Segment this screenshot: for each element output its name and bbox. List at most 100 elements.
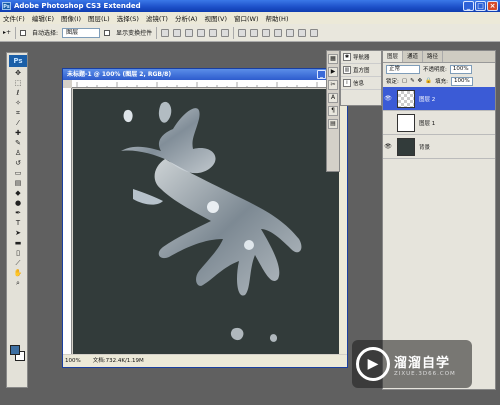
lock-all-icon[interactable]: 🔒: [425, 78, 432, 84]
info-item[interactable]: i 信息: [341, 77, 381, 90]
window-controls: _ □ ×: [463, 1, 498, 11]
watermark-text: 溜溜自学 ZIXUE.3D66.COM: [394, 352, 456, 377]
lock-pixels-icon[interactable]: ✎: [410, 78, 415, 84]
eyedropper-icon[interactable]: ⟋: [9, 259, 27, 268]
pen-tool-icon[interactable]: ✒: [9, 209, 27, 218]
visibility-eye-icon[interactable]: 👁: [383, 95, 393, 102]
tab-channels[interactable]: 通道: [403, 51, 424, 62]
layer-row[interactable]: 图层 1: [383, 111, 495, 135]
menu-edit[interactable]: 编辑(E): [32, 13, 54, 23]
minimize-button[interactable]: _: [463, 1, 474, 11]
doc-minimize-button[interactable]: _: [317, 70, 326, 79]
menu-file[interactable]: 文件(F): [3, 13, 25, 23]
horizontal-ruler: [72, 80, 341, 88]
actions-panel-icon[interactable]: ▶: [328, 67, 338, 77]
distribute-hcenter-icon[interactable]: [286, 28, 295, 37]
transform-controls-label: 显示变换控件: [116, 30, 153, 37]
distribute-bottom-icon[interactable]: [262, 28, 271, 37]
align-left-icon[interactable]: [197, 28, 206, 37]
crop-tool-icon[interactable]: ⌗: [9, 109, 27, 118]
gradient-tool-icon[interactable]: ▤: [9, 179, 27, 188]
tools-preset-icon[interactable]: ✂: [328, 80, 338, 90]
zoom-level[interactable]: 100%: [65, 355, 81, 367]
auto-align-icon[interactable]: [310, 28, 319, 37]
healing-brush-icon[interactable]: ✚: [9, 129, 27, 138]
close-button[interactable]: ×: [487, 1, 498, 11]
menu-help[interactable]: 帮助(H): [266, 13, 289, 23]
visibility-eye-icon[interactable]: 👁: [383, 143, 393, 150]
document-size-info: 文档:732.4K/1.19M: [92, 358, 144, 364]
lasso-tool-icon[interactable]: ℓ: [9, 89, 27, 98]
panel-dock-strip: ▦ ▶ ✂ A ¶ ▤: [326, 50, 340, 172]
menu-view[interactable]: 视图(V): [204, 13, 227, 23]
align-top-icon[interactable]: [161, 28, 170, 37]
type-tool-icon[interactable]: T: [9, 219, 27, 228]
layers-panel-tabs: 图层 通道 路径: [383, 51, 495, 63]
menu-image[interactable]: 图像(I): [61, 13, 81, 23]
divider: [15, 26, 17, 39]
slice-tool-icon[interactable]: ⁄: [9, 119, 27, 128]
dodge-tool-icon[interactable]: ●: [9, 199, 27, 208]
blur-tool-icon[interactable]: ◆: [9, 189, 27, 198]
document-statusbar: 100% 文档:732.4K/1.19M: [63, 355, 347, 367]
menu-window[interactable]: 窗口(W): [234, 13, 259, 23]
history-brush-icon[interactable]: ↺: [9, 159, 27, 168]
menu-bar: 文件(F) 编辑(E) 图像(I) 图层(L) 选择(S) 滤镜(T) 分析(A…: [0, 12, 500, 24]
fill-field[interactable]: 100%: [451, 76, 473, 86]
lock-transparent-icon[interactable]: ▢: [402, 78, 407, 84]
menu-select[interactable]: 选择(S): [117, 13, 139, 23]
notes-tool-icon[interactable]: ▯: [9, 249, 27, 258]
shape-tool-icon[interactable]: ▬: [9, 239, 27, 248]
vertical-scrollbar[interactable]: [339, 80, 347, 354]
menu-layer[interactable]: 图层(L): [88, 13, 110, 23]
layer-row[interactable]: 👁 图层 2: [383, 87, 495, 111]
transform-controls-checkbox[interactable]: [104, 29, 111, 36]
navigator-icon: ✱: [343, 53, 351, 61]
clone-stamp-icon[interactable]: ♙: [9, 149, 27, 158]
document-titlebar[interactable]: 未标题-1 @ 100% (图层 2, RGB/8) _ □ ×: [63, 69, 347, 80]
distribute-left-icon[interactable]: [274, 28, 283, 37]
brush-tool-icon[interactable]: ✎: [9, 139, 27, 148]
watermark-badge: ▶ 溜溜自学 ZIXUE.3D66.COM: [352, 340, 472, 388]
eraser-tool-icon[interactable]: ▭: [9, 169, 27, 178]
path-select-icon[interactable]: ➤: [9, 229, 27, 238]
blend-mode-dropdown[interactable]: 正常: [386, 64, 420, 74]
auto-select-dropdown[interactable]: 图层: [62, 27, 101, 38]
divider: [233, 26, 235, 39]
foreground-color-swatch[interactable]: [10, 345, 20, 355]
opacity-field[interactable]: 100%: [449, 64, 472, 74]
menu-filter[interactable]: 滤镜(T): [146, 13, 168, 23]
maximize-button[interactable]: □: [475, 1, 486, 11]
distribute-top-icon[interactable]: [238, 28, 247, 37]
lock-fill-row: 锁定: ▢ ✎ ✥ 🔒 填充: 100%: [383, 75, 495, 87]
move-tool-icon[interactable]: ✥: [9, 69, 27, 78]
marquee-tool-icon[interactable]: ⬚: [9, 79, 27, 88]
distribute-vcenter-icon[interactable]: [250, 28, 259, 37]
paragraph-panel-icon[interactable]: ¶: [328, 106, 338, 116]
history-panel-icon[interactable]: ▦: [328, 54, 338, 64]
align-vcenter-icon[interactable]: [173, 28, 182, 37]
magic-wand-icon[interactable]: ✧: [9, 99, 27, 108]
move-tool-icon[interactable]: ▸+: [3, 29, 11, 36]
histogram-item[interactable]: ▥ 直方图: [341, 64, 381, 77]
image-canvas[interactable]: [73, 89, 341, 354]
zoom-tool-icon[interactable]: ⌕: [9, 279, 27, 288]
window-titlebar: Ps Adobe Photoshop CS3 Extended _ □ ×: [0, 0, 500, 12]
tab-layers[interactable]: 图层: [383, 51, 404, 62]
watermark-brand: 溜溜自学: [394, 355, 451, 371]
character-panel-icon[interactable]: A: [328, 93, 338, 103]
align-bottom-icon[interactable]: [185, 28, 194, 37]
layer-comps-icon[interactable]: ▤: [328, 119, 338, 129]
align-hcenter-icon[interactable]: [209, 28, 218, 37]
tab-paths[interactable]: 路径: [423, 51, 444, 62]
navigator-item[interactable]: ✱ 导航器: [341, 51, 381, 64]
menu-analysis[interactable]: 分析(A): [175, 13, 198, 23]
layer-row[interactable]: 👁 背景: [383, 135, 495, 159]
auto-select-checkbox[interactable]: [20, 29, 27, 36]
hand-tool-icon[interactable]: ✋: [9, 269, 27, 278]
align-right-icon[interactable]: [221, 28, 230, 37]
distribute-right-icon[interactable]: [298, 28, 307, 37]
watermark-url: ZIXUE.3D66.COM: [394, 370, 456, 377]
lock-position-icon[interactable]: ✥: [418, 78, 423, 84]
divider: [156, 26, 158, 39]
